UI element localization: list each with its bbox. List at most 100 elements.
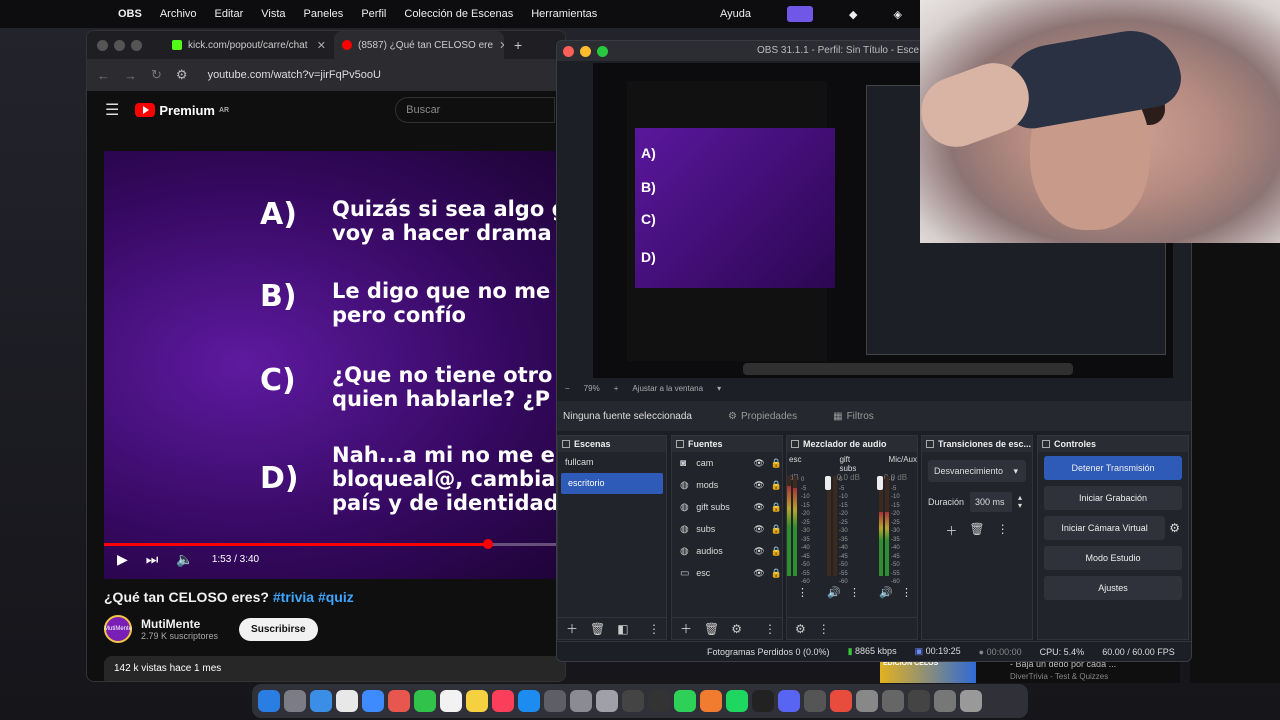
lock-icon[interactable]: 🔒 [771, 480, 782, 491]
eye-icon[interactable]: 👁 [753, 568, 764, 579]
dock-app-icon[interactable] [336, 690, 358, 712]
new-tab-button[interactable]: + [514, 37, 522, 53]
video-description[interactable]: 142 k vistas hace 1 mes [104, 656, 565, 681]
menu-coleccion-escenas[interactable]: Colección de Escenas [404, 8, 513, 20]
menu-perfil[interactable]: Perfil [361, 8, 386, 20]
source-item-audios[interactable]: ◍ audios 👁 🔒 [672, 540, 782, 562]
menubar-app-name[interactable]: OBS [118, 8, 142, 20]
dock-app-icon[interactable] [830, 690, 852, 712]
add-source-button[interactable]: ＋ [680, 620, 692, 637]
video-player[interactable]: A) Quizás si sea algo g voy a hacer dram… [104, 151, 565, 579]
properties-button[interactable]: ⚙ Propiedades [728, 411, 797, 422]
close-window-button[interactable] [563, 45, 574, 57]
dock-app-icon[interactable] [674, 690, 696, 712]
dock-app-icon[interactable] [570, 690, 592, 712]
forward-icon[interactable]: → [124, 68, 137, 83]
scene-item-escritorio[interactable]: escritorio [561, 473, 663, 494]
search-input[interactable]: Buscar [395, 97, 556, 123]
dock-app-icon[interactable] [934, 690, 956, 712]
dock-app-icon[interactable] [440, 690, 462, 712]
dock-app-icon[interactable] [310, 690, 332, 712]
volume-icon[interactable]: 🔈 [176, 551, 193, 568]
add-transition-button[interactable]: ＋ [945, 522, 957, 539]
duration-input[interactable]: 300 ms [970, 492, 1013, 512]
eye-icon[interactable]: 👁 [753, 458, 764, 469]
fit-window-label[interactable]: Ajustar a la ventana [632, 384, 703, 393]
menu-ayuda[interactable]: Ayuda [720, 8, 751, 20]
studio-mode-button[interactable]: Modo Estudio [1044, 546, 1182, 570]
chevron-down-icon[interactable]: ▾ [717, 384, 721, 393]
eye-icon[interactable]: 👁 [753, 502, 764, 513]
subscribe-button[interactable]: Suscribirse [239, 617, 318, 641]
more-icon[interactable]: ⋮ [901, 586, 912, 599]
more-icon[interactable]: ⋮ [849, 586, 860, 599]
dock-app-icon[interactable] [622, 690, 644, 712]
dock-app-icon[interactable] [856, 690, 878, 712]
dock-app-icon[interactable] [284, 690, 306, 712]
dock-app-icon[interactable] [778, 690, 800, 712]
more-icon[interactable]: ⋮ [997, 522, 1009, 539]
more-icon[interactable]: ⋮ [648, 622, 660, 636]
video-hashtags[interactable]: #trivia #quiz [273, 589, 354, 605]
play-icon[interactable]: ▶ [117, 551, 128, 568]
mixer-settings-icon[interactable]: ⚙ [795, 622, 806, 636]
scene-filters-icon[interactable]: ◧ [617, 622, 628, 636]
fader-mic[interactable] [877, 476, 883, 490]
dock-app-icon[interactable] [518, 690, 540, 712]
eye-icon[interactable]: 👁 [753, 480, 764, 491]
dock-app-icon[interactable] [804, 690, 826, 712]
dock-app-icon[interactable] [258, 690, 280, 712]
zoom-window-button[interactable] [597, 45, 608, 57]
lock-icon[interactable]: 🔒 [771, 568, 782, 579]
reload-icon[interactable]: ↻ [151, 67, 162, 83]
dock-app-icon[interactable] [544, 690, 566, 712]
menu-vista[interactable]: Vista [261, 8, 285, 20]
remove-source-button[interactable]: 🗑 [704, 622, 719, 636]
screen-share-icon[interactable] [787, 6, 813, 22]
dock-app-icon[interactable] [414, 690, 436, 712]
add-scene-button[interactable]: ＋ [566, 620, 578, 637]
more-icon[interactable]: ⋮ [797, 586, 808, 599]
lock-icon[interactable]: 🔒 [771, 502, 782, 513]
minimize-window-button[interactable] [580, 45, 591, 57]
source-item-subs[interactable]: ◍ subs 👁 🔒 [672, 518, 782, 540]
remove-scene-button[interactable]: 🗑 [590, 622, 605, 636]
menu-editar[interactable]: Editar [215, 8, 244, 20]
duration-stepper[interactable]: ▴ ▾ [1018, 494, 1022, 510]
lock-icon[interactable]: 🔒 [771, 458, 782, 469]
back-icon[interactable]: ← [97, 68, 110, 83]
zoom-out-button[interactable]: − [565, 384, 570, 393]
dock-app-icon[interactable] [960, 690, 982, 712]
menu-herramientas[interactable]: Herramientas [531, 8, 597, 20]
speaker-icon[interactable]: 🔊 [879, 586, 893, 599]
lock-icon[interactable]: 🔒 [771, 524, 782, 535]
source-item-gift-subs[interactable]: ◍ gift subs 👁 🔒 [672, 496, 782, 518]
dock-app-icon[interactable] [362, 690, 384, 712]
dock-app-icon[interactable] [700, 690, 722, 712]
menu-paneles[interactable]: Paneles [304, 8, 344, 20]
channel-avatar[interactable]: MutiMente [104, 615, 132, 643]
filters-button[interactable]: ▦ Filtros [833, 411, 874, 422]
zoom-in-button[interactable]: + [614, 384, 619, 393]
eye-icon[interactable]: 👁 [753, 524, 764, 535]
remove-transition-button[interactable]: 🗑 [969, 522, 984, 539]
next-icon[interactable]: ⏭ [146, 551, 159, 568]
source-item-cam[interactable]: ◙ cam 👁 🔒 [672, 452, 782, 474]
close-tab-icon[interactable]: ✕ [317, 39, 326, 52]
video-progress-bar[interactable] [104, 539, 565, 549]
dock-app-icon[interactable] [648, 690, 670, 712]
source-settings-icon[interactable]: ⚙ [731, 622, 742, 636]
transition-select[interactable]: Desvanecimiento ▾ [928, 460, 1026, 482]
dock-app-icon[interactable] [752, 690, 774, 712]
scene-item-fullcam[interactable]: fullcam [558, 452, 666, 473]
dock-app-icon[interactable] [596, 690, 618, 712]
channel-name[interactable]: MutiMente [141, 617, 218, 631]
site-info-icon[interactable]: ⚙ [176, 67, 188, 83]
diamond-icon[interactable]: ◆ [849, 8, 857, 21]
tab-youtube[interactable]: (8587) ¿Qué tan CELOSO ere ✕ [334, 31, 504, 59]
menu-icon[interactable]: ☰ [105, 100, 119, 120]
url-field[interactable]: youtube.com/watch?v=jirFqPv5ooU [208, 69, 381, 81]
youtube-logo[interactable]: Premium AR [135, 103, 229, 118]
eye-icon[interactable]: 👁 [753, 546, 764, 557]
dock-app-icon[interactable] [908, 690, 930, 712]
